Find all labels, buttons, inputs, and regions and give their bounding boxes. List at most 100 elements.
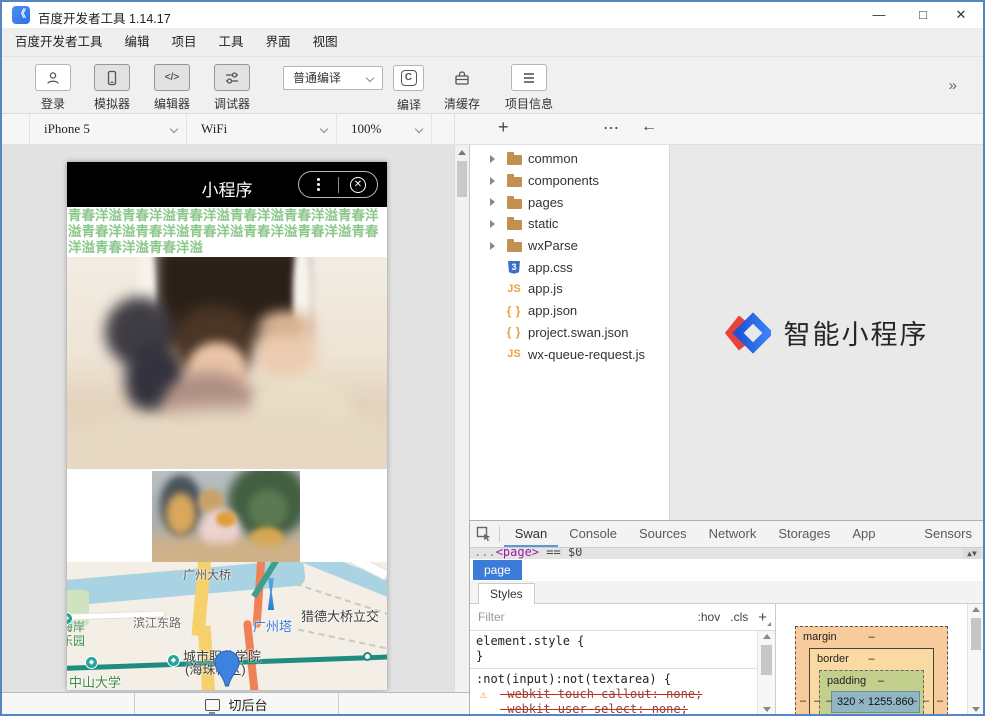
scrollbar-thumb[interactable]	[971, 618, 981, 650]
struck-property[interactable]: -webkit-user-select: none;	[476, 702, 757, 715]
more-menu-icon[interactable]	[299, 176, 338, 193]
expand-arrow-icon[interactable]	[490, 220, 495, 228]
expand-arrow-icon[interactable]	[490, 198, 495, 206]
clear-cache-button[interactable]: 清缓存	[444, 64, 480, 112]
styles-scrollbar[interactable]	[757, 631, 775, 715]
border-right-value[interactable]: –	[923, 695, 929, 707]
tab-app-data[interactable]: App data	[841, 521, 913, 547]
expand-arrow-icon[interactable]	[490, 155, 495, 163]
breadcrumb-page[interactable]: page	[473, 560, 522, 580]
simulator-panel: 小程序 ✕ 青春洋溢青春洋溢青春洋溢青春洋溢青春洋溢青春洋溢青春洋溢青春洋溢青春…	[2, 145, 454, 692]
box-model-scrollbar[interactable]	[967, 604, 984, 715]
device-bar-spacer	[2, 114, 30, 144]
margin-right-value[interactable]: –	[937, 695, 943, 707]
elements-tree-clipped[interactable]: ...<page> == $0 ▲▼	[470, 548, 983, 559]
border-top-value[interactable]: –	[810, 653, 933, 665]
scroll-up-icon[interactable]	[972, 607, 980, 612]
tree-item-app-json[interactable]: { } app.json	[470, 300, 669, 322]
project-info-button[interactable]: 项目信息	[505, 64, 553, 112]
folder-icon	[506, 195, 522, 209]
tree-item-wxparse[interactable]: wxParse	[470, 235, 669, 257]
tab-storages[interactable]: Storages	[767, 521, 841, 547]
login-button[interactable]: 登录	[35, 64, 71, 112]
new-rule-button[interactable]: +	[758, 609, 767, 626]
zoom-value: 100%	[351, 121, 381, 136]
collapse-panel-button[interactable]: ←	[641, 118, 657, 136]
debugger-toggle-button[interactable]: 调试器	[214, 64, 250, 112]
tree-item-wx-queue-request-js[interactable]: JS wx-queue-request.js	[470, 343, 669, 365]
menu-tools[interactable]: 工具	[208, 28, 255, 56]
close-miniprogram-icon[interactable]: ✕	[339, 177, 377, 193]
editor-toggle-button[interactable]: </> 编辑器	[154, 64, 190, 112]
tree-item-app-js[interactable]: JS app.js	[470, 278, 669, 300]
tab-swan[interactable]: Swan	[504, 521, 559, 547]
toolbar-overflow-button[interactable]: »	[949, 77, 957, 94]
tab-console[interactable]: Console	[558, 521, 628, 547]
expand-arrow-icon[interactable]	[490, 177, 495, 185]
scroll-up-icon[interactable]	[458, 150, 466, 155]
json-file-icon: { }	[506, 304, 522, 318]
tree-item-app-css[interactable]: 3 app.css	[470, 256, 669, 278]
menu-edit[interactable]: 编辑	[114, 28, 161, 56]
photo-christmas[interactable]	[152, 471, 300, 562]
padding-right-value[interactable]: –	[911, 695, 917, 707]
tree-item-pages[interactable]: pages	[470, 191, 669, 213]
map-view[interactable]: 广州大桥 滨江东路 广州塔 猎德大桥立交 城市职业学院 (海珠校区) 海岸 乐园…	[67, 562, 387, 690]
toggle-class-button[interactable]: .cls	[730, 610, 748, 624]
border-left-value[interactable]: –	[814, 695, 820, 707]
padding-top-value[interactable]: –	[878, 675, 884, 687]
margin-left-value[interactable]: –	[800, 695, 806, 707]
college-poi-icon: ◆	[167, 654, 180, 667]
phone-screen[interactable]: 小程序 ✕ 青春洋溢青春洋溢青春洋溢青春洋溢青春洋溢青春洋溢青春洋溢青春洋溢青春…	[67, 162, 387, 690]
simulator-scrollbar[interactable]	[454, 145, 470, 692]
scroll-down-icon[interactable]	[763, 707, 771, 712]
scroll-down-icon[interactable]	[972, 707, 980, 712]
close-button[interactable]: ✕	[939, 2, 983, 28]
margin-top-value[interactable]: –	[796, 631, 947, 643]
rule-element-style[interactable]: element.style { }	[470, 631, 757, 669]
toggle-hover-button[interactable]: :hov	[698, 610, 721, 624]
tab-sources[interactable]: Sources	[628, 521, 698, 547]
tab-sensors[interactable]: Sensors	[913, 521, 983, 547]
location-pin-icon[interactable]	[213, 650, 241, 688]
struck-property[interactable]: ⚠ -webkit-touch-callout: none;	[476, 687, 757, 702]
menu-project[interactable]: 项目	[161, 28, 208, 56]
menu-app[interactable]: 百度开发者工具	[4, 28, 114, 56]
more-options-button[interactable]: ⋯	[603, 118, 620, 138]
device-select[interactable]: iPhone 5	[30, 114, 187, 144]
tree-item-common[interactable]: common	[470, 148, 669, 170]
minimize-button[interactable]: —	[857, 2, 901, 28]
file-name: wx-queue-request.js	[528, 347, 645, 362]
box-model-padding[interactable]: padding – 320 × 1255.860	[819, 670, 924, 715]
tab-styles[interactable]: Styles	[478, 583, 535, 604]
box-model-content[interactable]: 320 × 1255.860	[831, 691, 920, 713]
rule-not-input[interactable]: :not(input):not(textarea) { ⚠ -webkit-to…	[470, 669, 757, 715]
switch-background-button[interactable]: 切后台	[135, 693, 339, 716]
menu-view[interactable]: 视图	[302, 28, 349, 56]
inspect-element-button[interactable]	[470, 521, 499, 547]
menu-interface[interactable]: 界面	[255, 28, 302, 56]
styles-filter-input[interactable]	[478, 610, 608, 624]
element-eq: == $0	[546, 548, 582, 559]
tree-item-static[interactable]: static	[470, 213, 669, 235]
scrollbar-thumb[interactable]	[457, 161, 467, 197]
simulator-toggle-button[interactable]: 模拟器	[94, 64, 130, 112]
tab-network[interactable]: Network	[698, 521, 768, 547]
tree-item-components[interactable]: components	[470, 170, 669, 192]
tree-item-project-swan-json[interactable]: { } project.swan.json	[470, 322, 669, 344]
zoom-select[interactable]: 100%	[337, 114, 432, 144]
scroll-updown-icon[interactable]: ▲▼	[963, 548, 981, 559]
expand-arrow-icon[interactable]	[490, 242, 495, 250]
network-select[interactable]: WiFi	[187, 114, 337, 144]
box-model-margin[interactable]: margin – border – padding – 320 × 1255.8…	[795, 626, 948, 715]
compile-button[interactable]: C	[393, 65, 424, 91]
add-file-button[interactable]: +	[498, 117, 509, 138]
compile-mode-select[interactable]: 普通编译	[283, 66, 383, 90]
metro-station	[363, 652, 372, 661]
padding-left-value[interactable]: –	[826, 695, 832, 707]
scroll-up-icon[interactable]	[763, 634, 771, 639]
sliders-icon	[224, 70, 240, 86]
js-file-icon: JS	[506, 282, 522, 296]
scrollbar-thumb[interactable]	[761, 645, 772, 675]
photo-children[interactable]	[67, 257, 387, 469]
